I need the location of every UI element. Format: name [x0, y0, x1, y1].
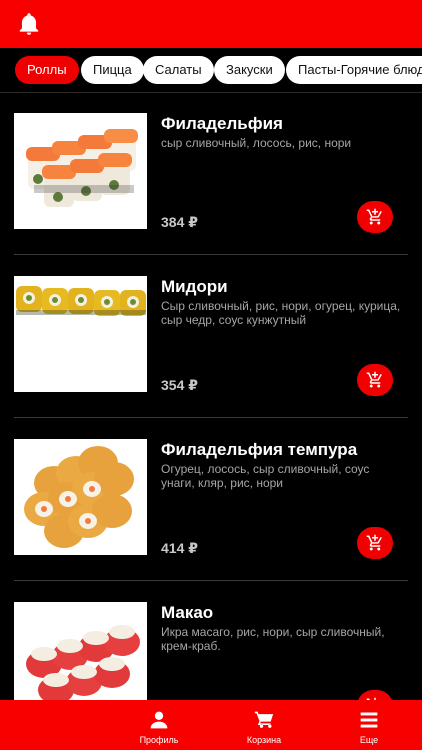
add-to-cart-button[interactable] [357, 364, 393, 396]
add-to-cart-icon [366, 208, 382, 225]
product-name: Филадельфия темпура [161, 440, 358, 459]
user-icon [150, 711, 168, 729]
product-description: сыр сливочный, лосось, рис, нори [161, 136, 352, 150]
product-price: 384 ₽ [161, 214, 198, 230]
menu-icon [360, 712, 378, 728]
nav-more-label: Еще [359, 735, 379, 745]
product-image[interactable] [14, 113, 147, 229]
product-name: Филадельфия [161, 114, 283, 133]
nav-cart-label: Корзина [246, 735, 282, 745]
product-image[interactable] [14, 602, 147, 700]
product-name: Макао [161, 603, 214, 622]
product-description: Огурец, лосось, сыр сливочный, соус унаг… [161, 462, 370, 490]
add-to-cart-button[interactable] [357, 690, 393, 700]
product-description: Икра масаго, рис, нори, сыр сливочный, к… [161, 625, 385, 653]
nav-profile-label: Профиль [139, 735, 179, 745]
nav-cart[interactable]: Корзина [233, 700, 295, 750]
item-divider [14, 580, 408, 581]
bell-icon[interactable] [16, 11, 42, 37]
add-to-cart-icon [366, 534, 382, 551]
product-name: Мидори [161, 277, 228, 296]
item-divider [14, 254, 408, 255]
tab-snacks[interactable]: Закуски [214, 56, 285, 84]
top-bar [0, 0, 422, 48]
category-tabs: Роллы Пицца Салаты Закуски Пасты-Горячие… [0, 48, 422, 92]
product-image[interactable] [14, 276, 147, 392]
product-card[interactable]: Макао Икра масаго, рис, нори, сыр сливоч… [0, 582, 422, 700]
product-image[interactable] [14, 439, 147, 555]
add-to-cart-button[interactable] [357, 527, 393, 559]
add-to-cart-icon [366, 371, 382, 388]
product-card[interactable]: Филадельфия темпура Огурец, лосось, сыр … [0, 419, 422, 582]
tab-pasta-hot-dishes[interactable]: Пасты-Горячие блюда [286, 56, 422, 84]
nav-more[interactable]: Еще [338, 700, 400, 750]
product-card[interactable]: Филадельфия сыр сливочный, лосось, рис, … [0, 93, 422, 256]
tab-rolls[interactable]: Роллы [15, 56, 79, 84]
add-to-cart-button[interactable] [357, 201, 393, 233]
product-price: 414 ₽ [161, 540, 198, 556]
product-list: Филадельфия сыр сливочный, лосось, рис, … [0, 93, 422, 700]
bottom-nav: Профиль Корзина Еще [0, 700, 422, 750]
product-price: 354 ₽ [161, 377, 198, 393]
nav-profile[interactable]: Профиль [128, 700, 190, 750]
cart-icon [254, 711, 274, 728]
item-divider [14, 417, 408, 418]
tab-pizza[interactable]: Пицца [81, 56, 144, 84]
tab-salads[interactable]: Салаты [143, 56, 214, 84]
product-card[interactable]: Мидори Сыр сливочный, рис, нори, огурец,… [0, 256, 422, 419]
product-description: Сыр сливочный, рис, нори, огурец, курица… [161, 299, 401, 327]
